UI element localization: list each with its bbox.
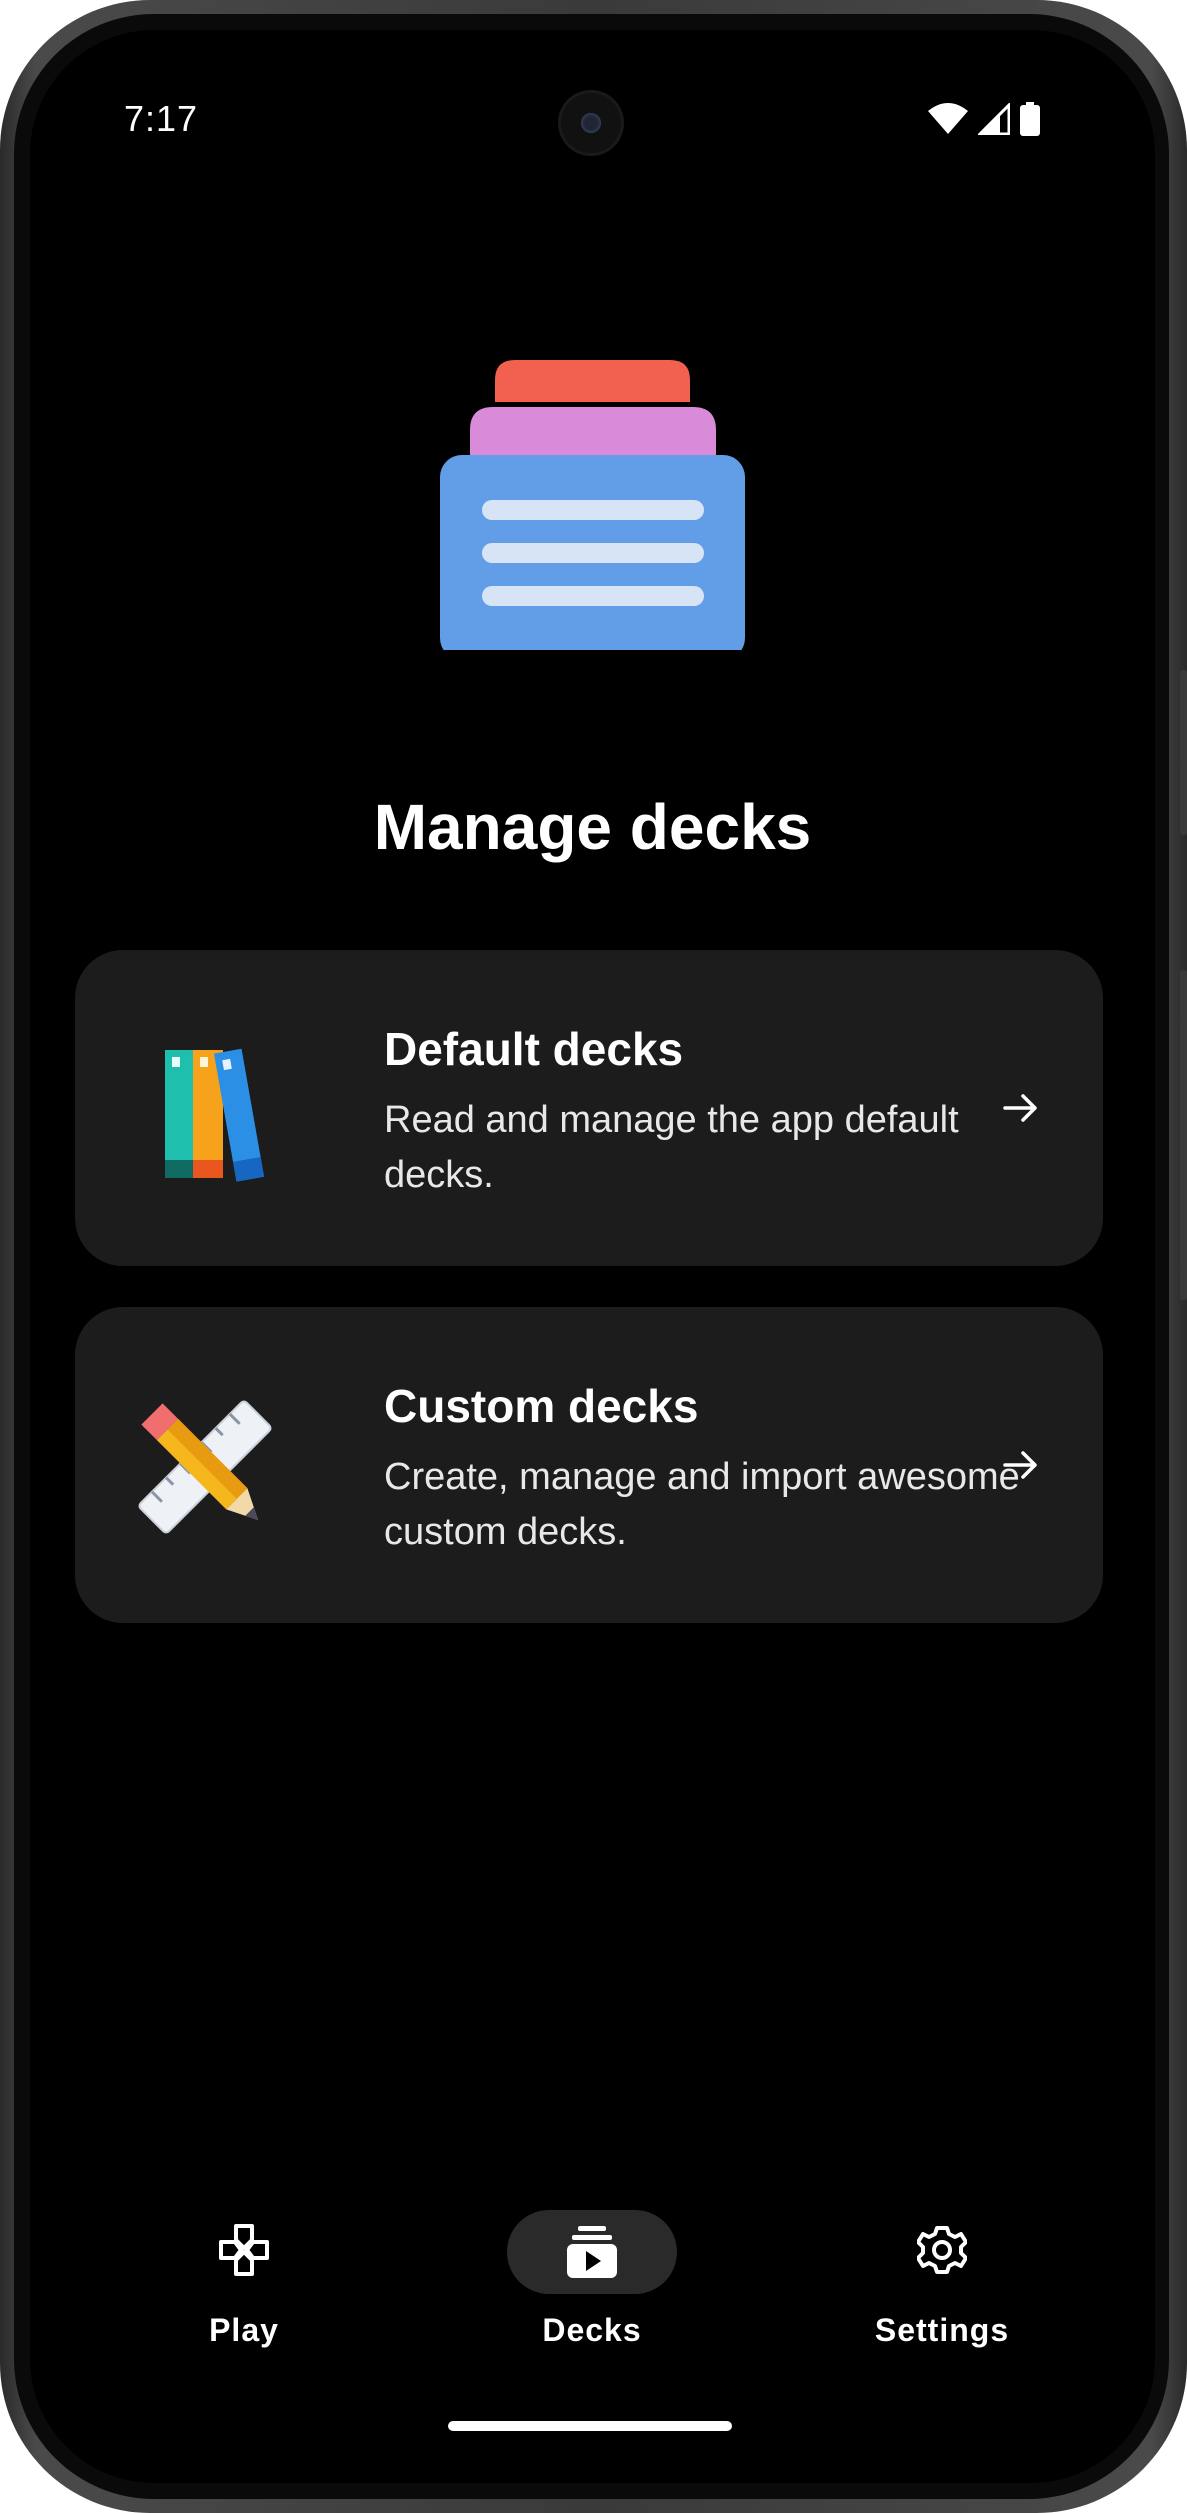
decks-icon bbox=[567, 2226, 617, 2278]
card-title: Default decks bbox=[384, 1023, 684, 1075]
card-description: Read and manage the app default decks. bbox=[384, 1099, 959, 1196]
pencil-ruler-icon bbox=[138, 1400, 272, 1534]
power-button bbox=[1180, 670, 1187, 835]
custom-decks-card[interactable]: Custom decks Create, manage and import a… bbox=[75, 1307, 1103, 1623]
gear-icon bbox=[917, 2226, 967, 2274]
wifi-icon bbox=[928, 103, 968, 134]
books-icon bbox=[165, 1048, 265, 1182]
gamepad-icon bbox=[219, 2224, 269, 2276]
nav-label: Play bbox=[209, 2312, 279, 2348]
decks-hero-icon bbox=[440, 360, 745, 650]
card-description: Create, manage and import awesome custom… bbox=[384, 1456, 1020, 1553]
front-camera bbox=[561, 93, 621, 153]
card-title: Custom decks bbox=[384, 1380, 699, 1432]
default-decks-card[interactable]: Default decks Read and manage the app de… bbox=[75, 950, 1103, 1266]
nav-label: Decks bbox=[542, 2312, 642, 2348]
status-time: 7:17 bbox=[124, 98, 199, 139]
nav-item-play[interactable]: Play bbox=[114, 2210, 374, 2360]
arrow-right-icon bbox=[1003, 1451, 1037, 1479]
page-title: Manage decks bbox=[373, 791, 812, 863]
status-icons bbox=[928, 102, 1040, 136]
screen: 7:17 Manage decks Default decks Read and… bbox=[30, 30, 1155, 2483]
volume-button bbox=[1180, 970, 1187, 1300]
nav-item-settings[interactable]: Settings bbox=[812, 2210, 1072, 2360]
battery-icon bbox=[1020, 102, 1040, 136]
nav-item-decks[interactable]: Decks bbox=[462, 2210, 722, 2360]
home-indicator[interactable] bbox=[448, 2421, 732, 2431]
arrow-right-icon bbox=[1003, 1094, 1037, 1122]
signal-icon bbox=[978, 103, 1010, 135]
nav-label: Settings bbox=[874, 2312, 1010, 2348]
